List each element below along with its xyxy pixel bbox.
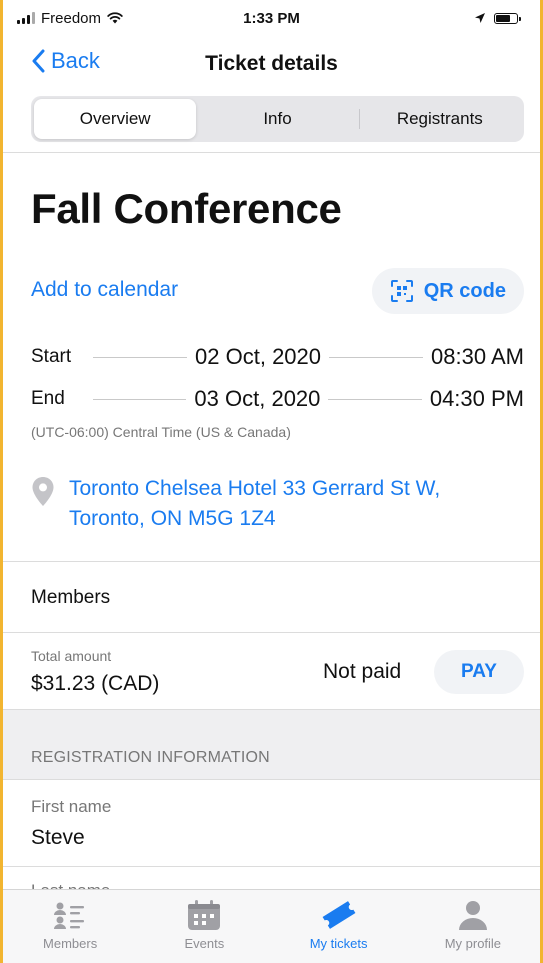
status-right: [474, 12, 521, 24]
start-leader-line-1: [93, 356, 188, 358]
registration-section-title: REGISTRATION INFORMATION: [31, 749, 270, 766]
pay-button[interactable]: PAY: [434, 650, 524, 694]
tab-bar-events-label: Events: [184, 936, 225, 951]
tab-registrants[interactable]: Registrants: [358, 99, 521, 139]
qr-code-label: QR code: [423, 279, 506, 302]
segmented-control: Overview Info Registrants: [31, 96, 524, 142]
segment-divider: [358, 109, 360, 129]
tab-info-label: Info: [263, 109, 292, 128]
tab-overview[interactable]: Overview: [34, 99, 197, 139]
total-amount-value: $31.23 (CAD): [31, 672, 160, 695]
tab-bar-my-profile[interactable]: My profile: [406, 890, 540, 963]
location-link[interactable]: Toronto Chelsea Hotel 33 Gerrard St W, T…: [31, 474, 524, 534]
tab-bar-my-tickets[interactable]: My tickets: [272, 890, 406, 963]
tab-bar-members[interactable]: Members: [3, 890, 137, 963]
start-row: Start 02 Oct, 2020 08:30 AM: [31, 342, 524, 372]
status-left: Freedom: [17, 10, 123, 27]
event-title: Fall Conference: [31, 185, 342, 232]
tab-info[interactable]: Info: [196, 99, 358, 139]
page-title: Ticket details: [205, 52, 338, 75]
wifi-icon: [107, 12, 123, 24]
ticket-icon: [322, 901, 356, 929]
location-line-2: Toronto, ON M5G 1Z4: [69, 507, 276, 530]
tab-registrants-label: Registrants: [396, 109, 483, 128]
end-time: 04:30 PM: [429, 386, 524, 411]
members-list-icon: [54, 902, 85, 929]
payment-status: Not paid: [323, 660, 402, 683]
total-amount-caption: Total amount: [31, 648, 112, 664]
divider-after-members: [3, 632, 540, 633]
phone-screen: Freedom 1:33 PM Back Ticket details Over…: [0, 0, 543, 963]
end-leader-line-1: [93, 398, 187, 400]
status-bar: Freedom 1:33 PM: [3, 0, 540, 36]
registration-section-header: [3, 710, 540, 780]
person-icon: [458, 901, 487, 930]
start-time: 08:30 AM: [431, 344, 524, 369]
divider-before-members: [3, 561, 540, 562]
end-date: 03 Oct, 2020: [194, 386, 321, 411]
battery-icon: [494, 12, 521, 24]
navigation-bar: Back Ticket details: [3, 40, 540, 90]
first-name-value: Steve: [31, 826, 85, 849]
divider-after-first-name: [3, 866, 540, 867]
qr-code-button[interactable]: QR code: [371, 268, 524, 314]
first-name-label: First name: [31, 797, 112, 816]
end-leader-line-2: [328, 398, 422, 400]
add-to-calendar-link[interactable]: Add to calendar: [31, 278, 178, 302]
start-leader-line-2: [329, 356, 424, 358]
tab-bar-my-profile-label: My profile: [444, 936, 502, 951]
tab-bar-my-tickets-label: My tickets: [309, 936, 368, 951]
tab-bar-events[interactable]: Events: [137, 890, 271, 963]
header-divider: [3, 152, 540, 153]
start-date: 02 Oct, 2020: [195, 344, 322, 369]
end-row: End 03 Oct, 2020 04:30 PM: [31, 384, 524, 414]
end-label: End: [31, 388, 65, 409]
start-label: Start: [31, 346, 72, 367]
tab-bar-members-label: Members: [43, 936, 98, 951]
map-pin-icon: [32, 477, 54, 506]
location-text: Toronto Chelsea Hotel 33 Gerrard St W, T…: [69, 474, 440, 534]
tab-overview-label: Overview: [79, 109, 151, 128]
location-line-1: Toronto Chelsea Hotel 33 Gerrard St W,: [69, 477, 441, 500]
members-row-label[interactable]: Members: [31, 587, 110, 609]
pay-button-label: PAY: [461, 661, 497, 682]
signal-icon: [17, 12, 35, 24]
carrier-name: Freedom: [41, 9, 102, 27]
timezone-label: (UTC-06:00) Central Time (US & Canada): [31, 424, 291, 440]
bottom-tab-bar: Members Events My tickets My profile: [3, 889, 540, 963]
calendar-icon: [188, 900, 221, 930]
location-arrow-icon: [475, 13, 485, 23]
qr-scan-icon: [390, 280, 413, 302]
